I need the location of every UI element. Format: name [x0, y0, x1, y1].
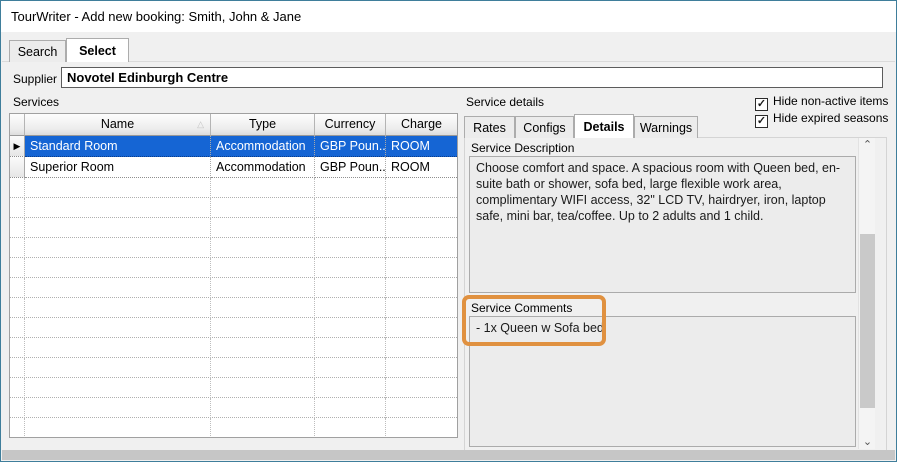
grid-header-row: Name △ Type Currency Charge: [10, 114, 457, 136]
tab-strip-divider: [2, 61, 895, 62]
tab-warnings[interactable]: Warnings: [634, 116, 698, 138]
cell-type: Accommodation: [211, 136, 315, 157]
empty-grid-row: [10, 238, 457, 258]
empty-grid-row: [10, 318, 457, 338]
service-description-box[interactable]: Choose comfort and space. A spacious roo…: [469, 156, 856, 293]
checkbox-checked-icon: ✓: [755, 98, 768, 111]
scrollbar-thumb[interactable]: [860, 234, 875, 408]
tab-search[interactable]: Search: [9, 40, 66, 62]
scroll-down-icon[interactable]: ⌄: [859, 433, 876, 449]
empty-grid-row: [10, 298, 457, 318]
supplier-label: Supplier: [13, 72, 57, 86]
scroll-up-icon[interactable]: ⌃: [859, 138, 876, 154]
main-tab-strip: SearchSelect: [9, 38, 129, 62]
service-details-label: Service details: [466, 95, 544, 109]
checkbox-label: Hide expired seasons: [773, 111, 888, 125]
checkbox-label: Hide non-active items: [773, 94, 888, 108]
empty-grid-row: [10, 198, 457, 218]
empty-grid-row: [10, 358, 457, 378]
cell-charge: ROOM: [386, 136, 457, 157]
cell-charge: ROOM: [386, 157, 457, 178]
column-header-charge[interactable]: Charge: [386, 114, 457, 136]
empty-grid-row: [10, 258, 457, 278]
window-title: TourWriter - Add new booking: Smith, Joh…: [11, 9, 301, 24]
tourwriter-window: TourWriter - Add new booking: Smith, Joh…: [0, 0, 897, 462]
empty-grid-row: [10, 398, 457, 418]
row-selector-header: [10, 114, 25, 136]
tab-configs[interactable]: Configs: [515, 116, 574, 138]
empty-grid-row: [10, 338, 457, 358]
service-comments-label: Service Comments: [471, 301, 572, 315]
hide-expired-seasons-checkbox[interactable]: ✓ Hide expired seasons: [755, 111, 888, 126]
window-bottom-strip: [2, 450, 895, 460]
table-row-standard-room[interactable]: ▶ Standard Room Accommodation GBP Poun..…: [10, 136, 457, 157]
sort-ascending-icon: △: [197, 114, 204, 135]
tab-select[interactable]: Select: [66, 38, 129, 62]
empty-grid-row: [10, 178, 457, 198]
tab-rates[interactable]: Rates: [464, 116, 515, 138]
services-grid: Name △ Type Currency Charge ▶ Standard R…: [9, 113, 458, 438]
cell-name: Standard Room: [25, 136, 211, 157]
current-row-indicator: ▶: [10, 136, 25, 157]
cell-currency: GBP Poun...: [315, 157, 386, 178]
column-header-name[interactable]: Name △: [25, 114, 211, 136]
row-pointer-icon: ▶: [14, 141, 21, 151]
empty-grid-row: [10, 378, 457, 398]
table-row-superior-room[interactable]: Superior Room Accommodation GBP Poun... …: [10, 157, 457, 178]
service-details-tab-strip: RatesConfigsDetailsWarnings: [464, 114, 698, 138]
column-header-currency[interactable]: Currency: [315, 114, 386, 136]
column-header-type[interactable]: Type: [211, 114, 315, 136]
empty-grid-row: [10, 218, 457, 238]
title-bar: TourWriter - Add new booking: Smith, Joh…: [1, 1, 896, 32]
empty-grid-row: [10, 418, 457, 438]
checkbox-checked-icon: ✓: [755, 115, 768, 128]
empty-grid-row: [10, 278, 457, 298]
service-description-label: Service Description: [471, 141, 574, 155]
cell-name: Superior Room: [25, 157, 211, 178]
cell-type: Accommodation: [211, 157, 315, 178]
row-selector: [10, 157, 25, 178]
cell-currency: GBP Poun...: [315, 136, 386, 157]
supplier-input[interactable]: Novotel Edinburgh Centre: [61, 67, 883, 88]
hide-non-active-items-checkbox[interactable]: ✓ Hide non-active items: [755, 94, 888, 109]
tab-details[interactable]: Details: [574, 114, 634, 138]
services-label: Services: [13, 95, 59, 109]
details-scrollbar[interactable]: ⌃ ⌄: [858, 138, 875, 449]
service-comments-box[interactable]: - 1x Queen w Sofa bed: [469, 316, 856, 447]
grid-empty-rows: [10, 178, 457, 438]
